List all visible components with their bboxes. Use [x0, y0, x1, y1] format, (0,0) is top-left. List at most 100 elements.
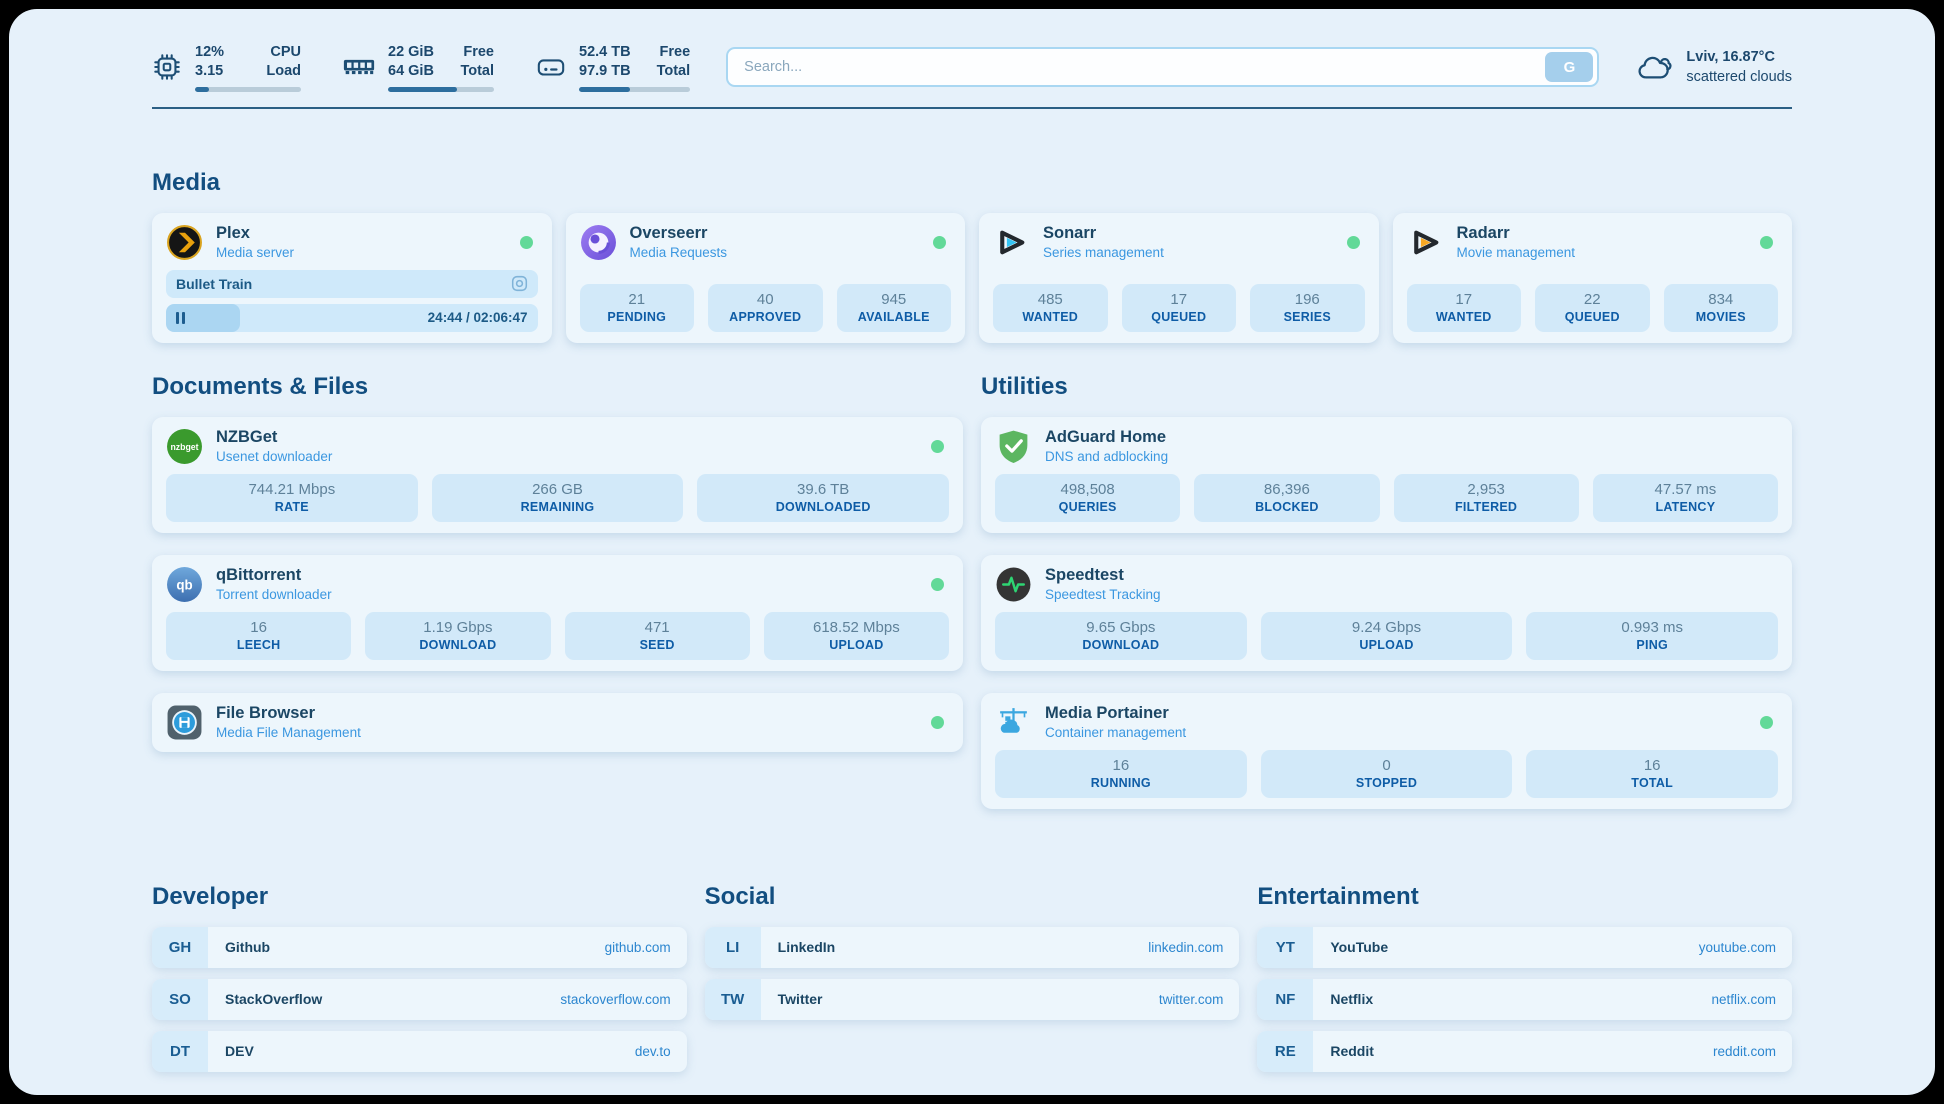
nzbget-icon: nzbget — [166, 428, 203, 465]
bookmark-url: youtube.com — [1699, 940, 1776, 955]
stat-value: 0 — [1269, 757, 1505, 774]
metric-cpu: 12%3.15CPULoad — [152, 43, 301, 92]
filebrowser-icon — [166, 704, 203, 741]
metric-values: 22 GiB64 GiB — [388, 43, 434, 81]
now-playing-title: Bullet Train — [176, 276, 252, 292]
metric-labels: FreeTotal — [460, 43, 494, 81]
status-dot — [1760, 236, 1773, 249]
pause-icon — [176, 312, 185, 324]
stat-tile-total: 16TOTAL — [1526, 750, 1778, 798]
app-subtitle: Media File Management — [216, 725, 361, 740]
bookmark-github[interactable]: GHGithubgithub.com — [152, 927, 687, 968]
stat-value: 86,396 — [1202, 481, 1371, 498]
stat-label: APPROVED — [716, 310, 815, 324]
metric-progress-bar — [388, 87, 494, 92]
bookmark-url: twitter.com — [1159, 992, 1224, 1007]
search-bar[interactable]: G — [726, 47, 1599, 87]
now-playing-time: 24:44 / 02:06:47 — [428, 310, 528, 325]
metric-labels: FreeTotal — [657, 43, 691, 81]
app-subtitle: Usenet downloader — [216, 449, 332, 464]
app-name: Plex — [216, 224, 294, 243]
search-input[interactable] — [742, 58, 1545, 76]
bookmark-group-entertainment: EntertainmentYTYouTubeyoutube.comNFNetfl… — [1257, 883, 1792, 1072]
stat-tile-downloaded: 39.6 TBDOWNLOADED — [697, 474, 949, 522]
app-subtitle: Media Requests — [630, 245, 728, 260]
app-card-adguard-home[interactable]: AdGuard HomeDNS and adblocking498,508QUE… — [981, 417, 1792, 533]
google-search-button[interactable]: G — [1545, 52, 1593, 82]
stat-label: WANTED — [1415, 310, 1514, 324]
stat-label: TOTAL — [1534, 776, 1770, 790]
stat-value: 0.993 ms — [1534, 619, 1770, 636]
app-card-file-browser[interactable]: File Browser Media File Management — [152, 693, 963, 752]
app-card-media-portainer[interactable]: Media PortainerContainer management16RUN… — [981, 693, 1792, 809]
bookmark-name: Netflix — [1330, 991, 1373, 1007]
section-title-social: Social — [705, 883, 1240, 911]
app-name: Media Portainer — [1045, 704, 1186, 723]
stat-tile-latency: 47.57 ms LATENCY — [1593, 474, 1778, 522]
bookmark-abbr: DT — [152, 1031, 208, 1072]
stat-label: MOVIES — [1672, 310, 1771, 324]
now-playing-title-row: Bullet Train — [166, 270, 538, 298]
bookmark-twitter[interactable]: TWTwittertwitter.com — [705, 979, 1240, 1020]
app-card-speedtest[interactable]: SpeedtestSpeedtest Tracking9.65 GbpsDOWN… — [981, 555, 1792, 671]
portainer-icon — [995, 704, 1032, 741]
stat-label: QUEUED — [1543, 310, 1642, 324]
adguard-icon — [995, 428, 1032, 465]
stat-tile-queries: 498,508QUERIES — [995, 474, 1180, 522]
stat-label: STOPPED — [1269, 776, 1505, 790]
bookmark-linkedin[interactable]: LILinkedInlinkedin.com — [705, 927, 1240, 968]
metric-progress-fill — [388, 87, 457, 92]
qbittorrent-icon: qb — [166, 566, 203, 603]
session-icon[interactable] — [511, 275, 528, 292]
bookmark-name: YouTube — [1330, 939, 1388, 955]
stat-tile-queued: 17QUEUED — [1122, 284, 1237, 332]
radarr-icon — [1407, 224, 1444, 261]
stat-value: 834 — [1672, 291, 1771, 308]
stat-value: 9.65 Gbps — [1003, 619, 1239, 636]
stat-tile-wanted: 485WANTED — [993, 284, 1108, 332]
stat-label: AVAILABLE — [845, 310, 944, 324]
stat-value: 498,508 — [1003, 481, 1172, 498]
stat-label: LEECH — [174, 638, 343, 652]
bookmark-youtube[interactable]: YTYouTubeyoutube.com — [1257, 927, 1792, 968]
stat-label: REMAINING — [440, 500, 676, 514]
app-card-overseerr[interactable]: OverseerrMedia Requests21PENDING40APPROV… — [566, 213, 966, 343]
section-title-entertainment: Entertainment — [1257, 883, 1792, 911]
app-card-sonarr[interactable]: SonarrSeries management485WANTED17QUEUED… — [979, 213, 1379, 343]
stat-value: 2,953 — [1402, 481, 1571, 498]
plex-icon — [166, 224, 203, 261]
app-subtitle: Container management — [1045, 725, 1186, 740]
stat-tile-wanted: 17WANTED — [1407, 284, 1522, 332]
bookmark-stackoverflow[interactable]: SOStackOverflowstackoverflow.com — [152, 979, 687, 1020]
bookmark-group-social: Social LILinkedInlinkedin.com TWTwittertwi… — [705, 883, 1240, 1072]
bookmark-dev[interactable]: DTDEVdev.to — [152, 1031, 687, 1072]
stat-value: 485 — [1001, 291, 1100, 308]
app-card-nzbget[interactable]: nzbgetNZBGetUsenet downloader744.21 Mbps… — [152, 417, 963, 533]
stat-label: LATENCY — [1601, 500, 1770, 514]
overseerr-icon — [580, 224, 617, 261]
bookmark-reddit[interactable]: RERedditreddit.com — [1257, 1031, 1792, 1072]
stat-tile-pending: 21PENDING — [580, 284, 695, 332]
app-card-radarr[interactable]: RadarrMovie management17WANTED22QUEUED83… — [1393, 213, 1793, 343]
top-bar: 12%3.15CPULoad22 GiB64 GiBFreeTotal52.4 … — [152, 9, 1792, 92]
bookmark-netflix[interactable]: NFNetflixnetflix.com — [1257, 979, 1792, 1020]
stat-tile-ping: 0.993 msPING — [1526, 612, 1778, 660]
app-name: File Browser — [216, 704, 361, 723]
weather-location: Lviv, 16.87°C — [1686, 47, 1792, 67]
app-name: Radarr — [1457, 224, 1576, 243]
stat-value: 47.57 ms — [1601, 481, 1770, 498]
metric-label: Free — [657, 43, 691, 62]
stat-value: 1.19 Gbps — [373, 619, 542, 636]
app-card-qbittorrent[interactable]: qbqBittorrentTorrent downloader16LEECH1.… — [152, 555, 963, 671]
stat-label: RUNNING — [1003, 776, 1239, 790]
bookmark-url: linkedin.com — [1148, 940, 1223, 955]
app-card-plex[interactable]: PlexMedia serverBullet Train24:44 / 02:0… — [152, 213, 552, 343]
stat-label: FILTERED — [1402, 500, 1571, 514]
bookmark-url: github.com — [605, 940, 671, 955]
stat-tile-series: 196SERIES — [1250, 284, 1365, 332]
metric-value: 64 GiB — [388, 62, 434, 81]
status-dot — [933, 236, 946, 249]
bookmark-url: reddit.com — [1713, 1044, 1776, 1059]
bookmark-abbr: LI — [705, 927, 761, 968]
app-subtitle: DNS and adblocking — [1045, 449, 1168, 464]
